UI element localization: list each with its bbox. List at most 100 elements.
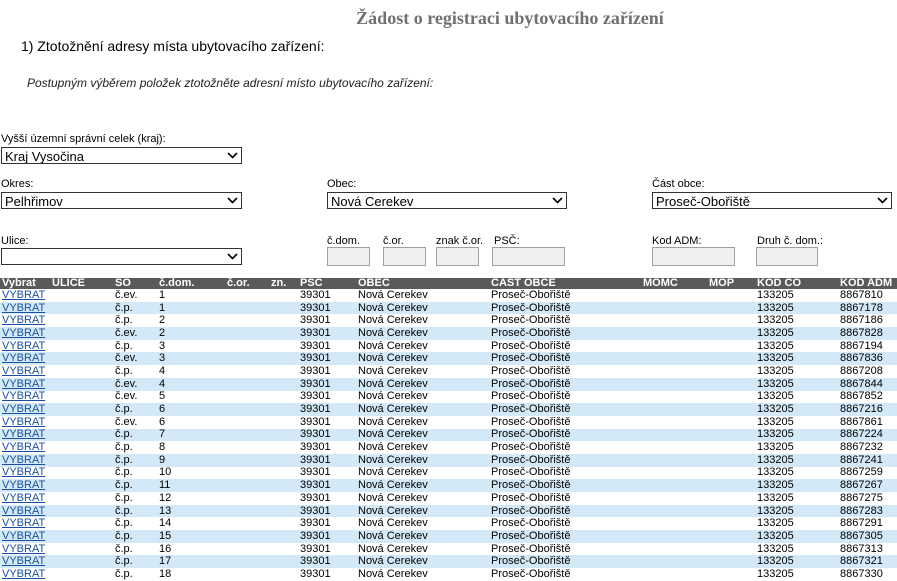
cor-input[interactable]	[383, 247, 426, 266]
vybrat-link[interactable]: VYBRAT	[2, 314, 45, 326]
table-cell	[225, 530, 269, 543]
page-title: Žádost o registraci ubytovacího zařízení	[356, 8, 664, 28]
vybrat-link[interactable]: VYBRAT	[2, 492, 45, 504]
obec-select[interactable]: Nová Cerekev	[327, 192, 567, 209]
kod-adm-label: Kod ADM:	[652, 235, 702, 247]
vybrat-link[interactable]: VYBRAT	[2, 365, 45, 377]
table-cell: Nová Cerekev	[356, 555, 489, 569]
table-cell	[50, 352, 113, 366]
kraj-select[interactable]: Kraj Vysočina	[1, 147, 242, 164]
table-cell: č.p.	[113, 453, 157, 467]
table-cell: Proseč-Obořiště	[491, 289, 571, 301]
vybrat-link[interactable]: VYBRAT	[2, 555, 45, 567]
table-cell	[269, 289, 298, 302]
vybrat-link[interactable]: VYBRAT	[2, 505, 45, 517]
table-cell: 6	[157, 403, 225, 416]
table-cell: 8867852	[840, 390, 883, 403]
psc-input[interactable]	[492, 247, 565, 266]
vybrat-link[interactable]: VYBRAT	[2, 403, 45, 415]
ulice-select[interactable]	[1, 248, 242, 265]
table-cell	[707, 314, 755, 327]
vybrat-link[interactable]: VYBRAT	[2, 530, 45, 542]
table-cell: 8867291	[840, 517, 883, 530]
table-cell	[225, 568, 269, 581]
column-header: MOP	[707, 278, 755, 289]
vybrat-link[interactable]: VYBRAT	[2, 429, 45, 441]
table-cell: č.p.	[115, 517, 133, 530]
table-cell	[641, 530, 707, 543]
table-cell: 10	[159, 466, 172, 479]
table-cell: 133205	[755, 530, 838, 543]
vybrat-link[interactable]: VYBRAT	[2, 543, 45, 555]
table-cell	[50, 340, 113, 353]
table-cell: č.p.	[113, 301, 157, 315]
vybrat-link[interactable]: VYBRAT	[2, 302, 45, 314]
cdom-input[interactable]	[327, 247, 370, 266]
table-cell	[225, 365, 269, 378]
vybrat-link[interactable]: VYBRAT	[2, 289, 45, 301]
znak-cor-input[interactable]	[436, 247, 479, 266]
table-cell	[269, 416, 298, 429]
table-cell: 8867321	[838, 555, 897, 569]
select-cell: VYBRAT	[0, 289, 50, 302]
table-cell	[225, 517, 269, 530]
table-cell	[50, 441, 113, 454]
table-row: VYBRAT č.p. 7 39301 Nová Cerekev Proseč-Oboři…	[0, 428, 897, 442]
vybrat-link[interactable]: VYBRAT	[2, 416, 45, 428]
table-cell: č.p.	[113, 530, 157, 543]
table-cell: 8867267	[838, 479, 897, 492]
kod-adm-input[interactable]	[652, 247, 735, 266]
psc-label: PSČ:	[494, 235, 520, 247]
column-header: SO	[113, 278, 157, 289]
vybrat-link[interactable]: VYBRAT	[2, 454, 45, 466]
table-cell: Nová Cerekev	[358, 314, 428, 327]
vybrat-link[interactable]: VYBRAT	[2, 568, 45, 580]
table-cell: Nová Cerekev	[356, 428, 489, 442]
table-cell: Nová Cerekev	[358, 568, 428, 580]
table-cell	[269, 453, 298, 467]
table-cell: Nová Cerekev	[358, 289, 428, 301]
table-cell	[50, 517, 113, 530]
table-cell	[50, 403, 113, 416]
select-cell: VYBRAT	[0, 467, 50, 480]
table-cell: č.ev.	[113, 377, 157, 391]
table-cell: Proseč-Obořiště	[489, 403, 641, 416]
select-cell: VYBRAT	[0, 428, 50, 442]
table-cell: č.ev.	[115, 289, 138, 301]
vybrat-link[interactable]: VYBRAT	[2, 352, 45, 364]
table-cell: Nová Cerekev	[356, 327, 489, 340]
vybrat-link[interactable]: VYBRAT	[2, 479, 45, 491]
table-cell: 133205	[757, 314, 794, 327]
table-cell	[707, 391, 755, 404]
table-cell	[225, 504, 269, 518]
vybrat-link[interactable]: VYBRAT	[2, 340, 45, 352]
vybrat-link[interactable]: VYBRAT	[2, 327, 45, 339]
chevron-down-icon	[877, 197, 888, 204]
vybrat-link[interactable]: VYBRAT	[2, 378, 45, 390]
vybrat-link[interactable]: VYBRAT	[2, 467, 45, 479]
table-cell	[269, 555, 298, 569]
select-cell: VYBRAT	[0, 416, 50, 429]
table-cell	[707, 377, 755, 391]
table-cell	[50, 492, 113, 505]
druh-cdom-input[interactable]	[756, 247, 818, 266]
table-cell: 133205	[755, 352, 838, 366]
okres-select[interactable]: Pelhřimov	[1, 192, 242, 209]
vybrat-link[interactable]: VYBRAT	[2, 517, 45, 529]
cast-obce-select[interactable]: Proseč-Obořiště	[652, 192, 892, 209]
table-cell	[269, 340, 298, 353]
cast-obce-label: Část obce:	[652, 178, 705, 190]
table-cell	[225, 314, 269, 327]
table-cell	[707, 479, 755, 492]
table-cell: 13	[157, 504, 225, 518]
address-results-table: Vybrat ULICE SO č.dom. č.or. zn. PSČ OBEC ČÁST O…	[0, 278, 897, 581]
select-cell: VYBRAT	[0, 479, 50, 492]
table-cell	[641, 416, 707, 429]
table-cell: Nová Cerekev	[358, 466, 428, 479]
table-cell: 39301	[300, 365, 331, 377]
table-cell: Proseč-Obořiště	[489, 352, 641, 366]
kraj-select-value: Kraj Vysočina	[5, 149, 84, 164]
vybrat-link[interactable]: VYBRAT	[2, 441, 45, 453]
table-cell	[269, 441, 298, 454]
vybrat-link[interactable]: VYBRAT	[2, 391, 45, 403]
